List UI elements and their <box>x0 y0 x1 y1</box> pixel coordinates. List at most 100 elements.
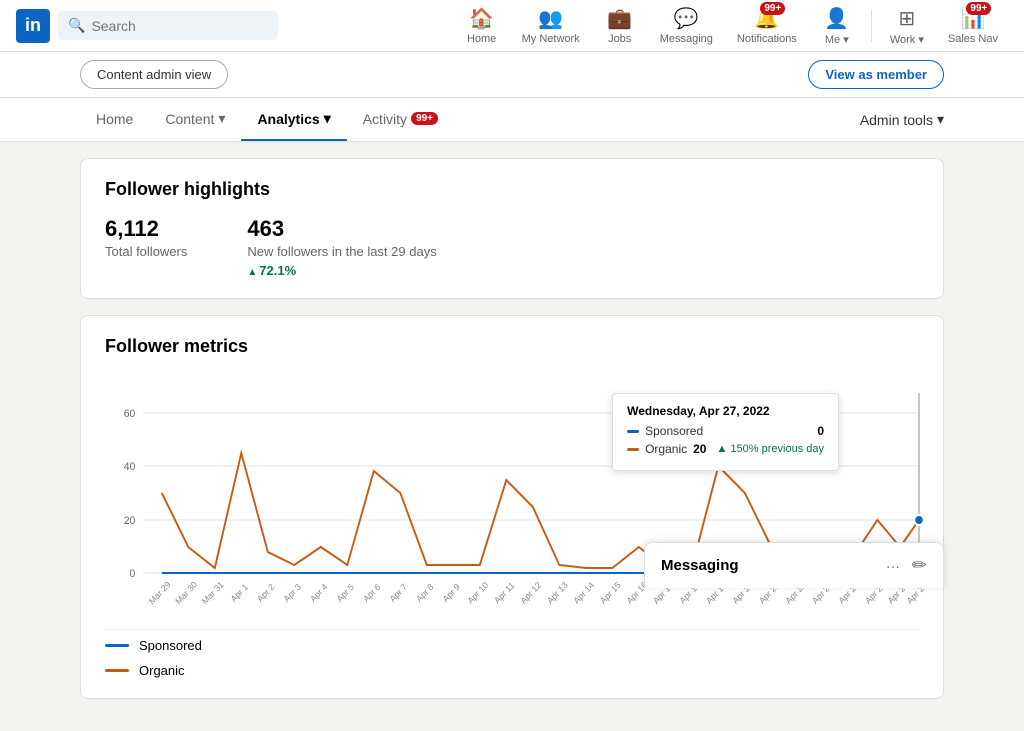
nav-home[interactable]: 🏠 Home <box>456 2 508 49</box>
svg-text:Apr 6: Apr 6 <box>361 582 382 605</box>
me-icon: 👤 <box>824 6 849 31</box>
legend-sponsored: Sponsored <box>105 638 919 653</box>
legend-sponsored-line <box>105 644 129 647</box>
nav-network-label: My Network <box>522 33 580 45</box>
legend-organic-label: Organic <box>139 663 185 678</box>
tooltip-organic-label: Organic <box>645 442 687 456</box>
legend-organic: Organic <box>105 663 919 678</box>
total-followers-number: 6,112 <box>105 216 187 242</box>
tooltip-sponsored-value: 0 <box>817 424 824 438</box>
nav-jobs[interactable]: 💼 Jobs <box>594 2 646 49</box>
messaging-more-icon[interactable]: ··· <box>886 558 900 574</box>
tooltip-date: Wednesday, Apr 27, 2022 <box>627 404 824 418</box>
analytics-dropdown-icon: ▾ <box>324 110 331 127</box>
messaging-icon: 💬 <box>674 6 699 31</box>
tab-navigation: Home Content ▾ Analytics ▾ Activity 99+ … <box>0 98 1024 142</box>
new-followers-number: 463 <box>247 216 436 242</box>
tooltip-organic-dot <box>627 448 639 451</box>
new-followers-item: 463 New followers in the last 29 days 72… <box>247 216 436 278</box>
search-input[interactable] <box>91 18 268 34</box>
nav-jobs-label: Jobs <box>608 33 631 45</box>
linkedin-logo[interactable]: in <box>16 9 50 43</box>
admin-tools[interactable]: Admin tools ▾ <box>860 99 944 140</box>
nav-messaging-label: Messaging <box>660 33 713 45</box>
content-admin-button[interactable]: Content admin view <box>80 60 228 89</box>
tab-activity-label: Activity <box>363 111 407 127</box>
header: in 🔍 🏠 Home 👥 My Network 💼 Jobs 💬 Messag… <box>0 0 1024 52</box>
follower-highlights-title: Follower highlights <box>105 179 919 200</box>
salesnav-icon: 📊99+ <box>960 6 985 31</box>
new-followers-label: New followers in the last 29 days <box>247 244 436 259</box>
messaging-title: Messaging <box>661 557 739 574</box>
notifications-icon: 🔔99+ <box>754 6 779 31</box>
nav-work[interactable]: ⊞ Work ▾ <box>880 2 934 50</box>
work-icon: ⊞ <box>898 6 915 31</box>
tab-home[interactable]: Home <box>80 98 149 141</box>
nav-network[interactable]: 👥 My Network <box>512 2 590 49</box>
search-bar[interactable]: 🔍 <box>58 11 278 40</box>
nav-me[interactable]: 👤 Me ▾ <box>811 2 863 50</box>
svg-text:Mar 30: Mar 30 <box>173 579 199 606</box>
view-member-button[interactable]: View as member <box>808 60 944 89</box>
tab-analytics-label: Analytics <box>257 111 319 127</box>
legend-sponsored-label: Sponsored <box>139 638 202 653</box>
tooltip-sponsored-label: Sponsored <box>645 424 811 438</box>
svg-text:Apr 14: Apr 14 <box>571 580 596 606</box>
tooltip-sponsored-row: Sponsored 0 <box>627 424 824 438</box>
nav-messaging[interactable]: 💬 Messaging <box>650 2 723 49</box>
jobs-icon: 💼 <box>607 6 632 31</box>
main-content: Follower highlights 6,112 Total follower… <box>0 142 1024 731</box>
svg-text:Apr 10: Apr 10 <box>465 580 490 606</box>
svg-text:Mar 31: Mar 31 <box>200 579 226 606</box>
tooltip-organic-change: ▲ 150% previous day <box>716 443 824 455</box>
total-followers-label: Total followers <box>105 244 187 259</box>
svg-text:Apr 15: Apr 15 <box>598 580 623 606</box>
svg-text:Apr 8: Apr 8 <box>414 582 435 605</box>
svg-text:60: 60 <box>124 408 136 420</box>
nav-salesnav-label: Sales Nav <box>948 33 998 45</box>
nav-notifications[interactable]: 🔔99+ Notifications <box>727 2 807 49</box>
svg-text:Apr 5: Apr 5 <box>335 582 356 605</box>
svg-text:0: 0 <box>130 568 136 580</box>
svg-text:40: 40 <box>124 461 136 473</box>
nav-notifications-label: Notifications <box>737 33 797 45</box>
nav-salesnav[interactable]: 📊99+ Sales Nav <box>938 2 1008 49</box>
svg-text:Apr 11: Apr 11 <box>492 580 516 606</box>
new-followers-change: 72.1% <box>247 263 436 278</box>
tab-content-label: Content <box>165 111 214 127</box>
svg-text:Apr 2: Apr 2 <box>255 582 276 605</box>
tooltip-organic-row: Organic 20 ▲ 150% previous day <box>627 442 824 456</box>
tooltip-sponsored-dot <box>627 430 639 433</box>
svg-text:20: 20 <box>124 515 136 527</box>
admin-tools-dropdown-icon: ▾ <box>937 111 944 128</box>
home-icon: 🏠 <box>469 6 494 31</box>
svg-text:Apr 3: Apr 3 <box>282 582 303 605</box>
sub-header: Content admin view View as member <box>0 52 1024 98</box>
chart-legend: Sponsored Organic <box>105 629 919 678</box>
svg-text:Apr 4: Apr 4 <box>308 582 329 605</box>
nav-home-label: Home <box>467 33 496 45</box>
chart-tooltip: Wednesday, Apr 27, 2022 Sponsored 0 Orga… <box>612 393 839 471</box>
svg-text:Mar 29: Mar 29 <box>147 579 173 606</box>
messaging-compose-icon[interactable]: ✏ <box>912 555 927 576</box>
tab-analytics[interactable]: Analytics ▾ <box>241 98 346 141</box>
tooltip-organic-value: 20 <box>693 442 706 456</box>
svg-text:Apr 9: Apr 9 <box>441 582 462 605</box>
follower-metrics-title: Follower metrics <box>105 336 919 357</box>
messaging-actions: ··· ✏ <box>886 555 927 576</box>
activity-badge: 99+ <box>411 112 438 125</box>
total-followers-item: 6,112 Total followers <box>105 216 187 278</box>
network-icon: 👥 <box>538 6 563 31</box>
nav-work-label: Work ▾ <box>890 33 924 46</box>
svg-text:Apr 13: Apr 13 <box>545 580 570 606</box>
nav-me-label: Me ▾ <box>825 33 849 46</box>
tab-activity[interactable]: Activity 99+ <box>347 98 454 141</box>
nav-divider <box>871 10 872 42</box>
search-icon: 🔍 <box>68 17 85 34</box>
salesnav-badge: 99+ <box>966 2 991 15</box>
tab-content[interactable]: Content ▾ <box>149 98 241 141</box>
messaging-bar[interactable]: Messaging ··· ✏ <box>644 542 944 588</box>
content-dropdown-icon: ▾ <box>218 110 225 127</box>
svg-text:Apr 7: Apr 7 <box>388 582 409 605</box>
top-nav: 🏠 Home 👥 My Network 💼 Jobs 💬 Messaging 🔔… <box>456 2 1008 50</box>
